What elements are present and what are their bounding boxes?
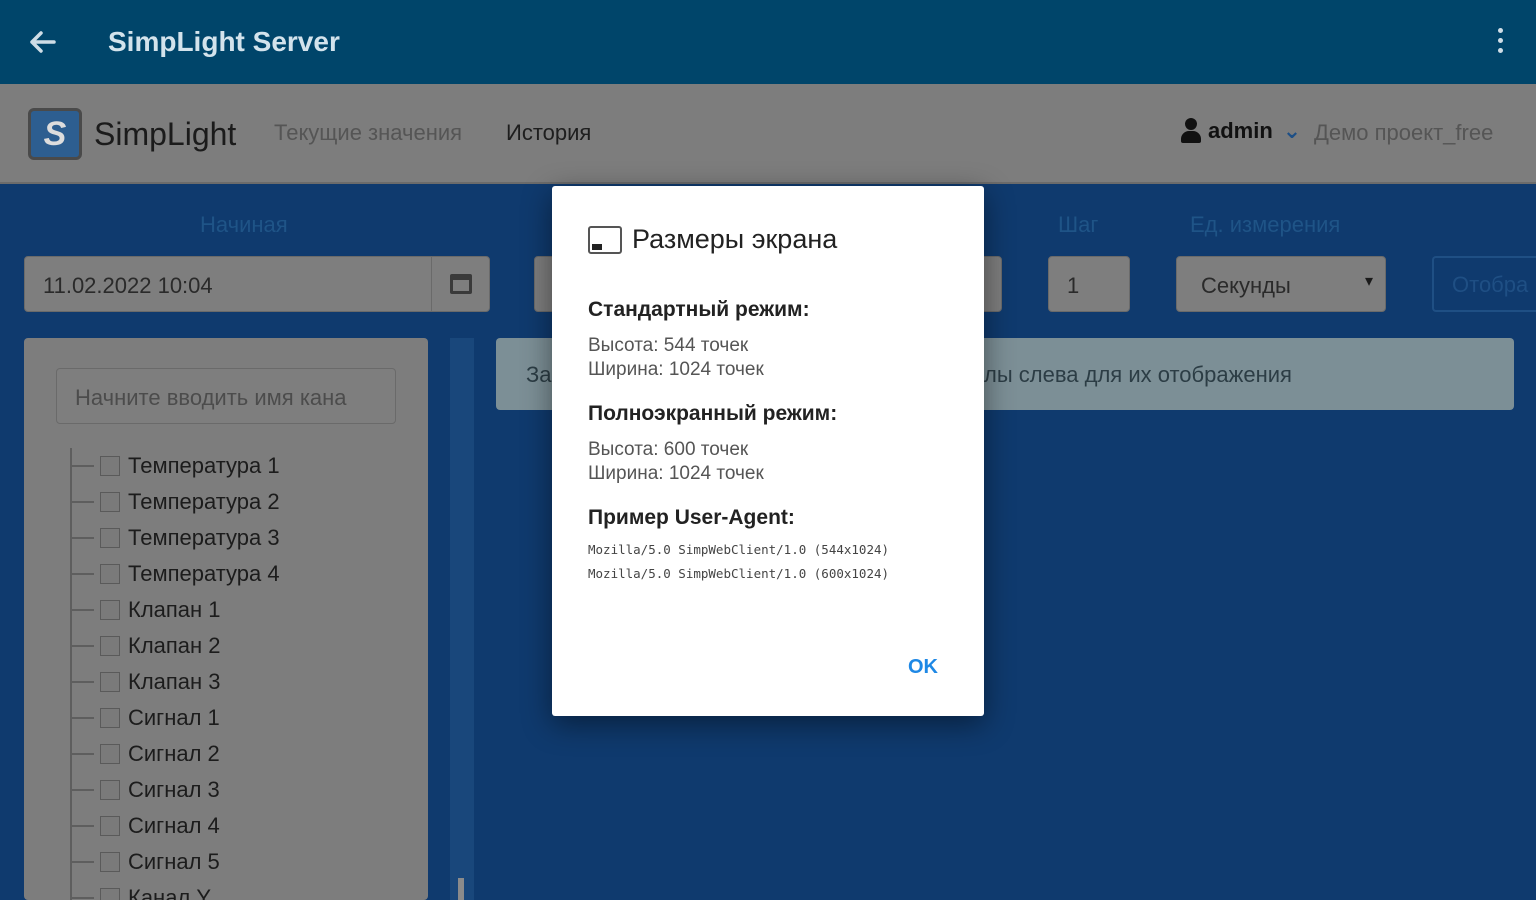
channel-panel: Начните вводить имя кана Температура 1 Т… [24, 338, 428, 900]
tree-item[interactable]: Температура 2 [70, 484, 410, 520]
calendar-button[interactable] [431, 257, 489, 311]
step-field[interactable]: 1 [1048, 256, 1130, 312]
tree-item[interactable]: Сигнал 1 [70, 700, 410, 736]
user-icon [1180, 118, 1202, 144]
standard-height: Высота: 544 точек [588, 335, 749, 356]
scrollbar-thumb[interactable] [458, 878, 464, 900]
nav-history[interactable]: История [506, 120, 591, 146]
back-arrow-icon[interactable] [26, 26, 58, 58]
checkbox[interactable] [100, 744, 120, 764]
checkbox[interactable] [100, 636, 120, 656]
checkbox[interactable] [100, 888, 120, 900]
dialog-title: Размеры экрана [632, 224, 838, 254]
show-button[interactable]: Отобра [1432, 256, 1536, 312]
app-bar: SimpLight Server [0, 0, 1536, 84]
chevron-down-icon: ⌄ [1282, 118, 1302, 143]
unit-label: Ед. измерения [1190, 212, 1341, 237]
fullscreen-width: Ширина: 1024 точек [588, 463, 764, 484]
tree-item[interactable]: Температура 4 [70, 556, 410, 592]
tree-item[interactable]: Сигнал 3 [70, 772, 410, 808]
screen-icon [588, 226, 622, 254]
checkbox[interactable] [100, 852, 120, 872]
standard-mode-heading: Стандартный режим: [588, 298, 810, 321]
checkbox[interactable] [100, 564, 120, 584]
tree-item[interactable]: Клапан 1 [70, 592, 410, 628]
checkbox[interactable] [100, 492, 120, 512]
dropdown-arrow-icon: ▾ [1364, 273, 1373, 290]
fullscreen-mode-heading: Полноэкранный режим: [588, 402, 838, 425]
user-agent-example: Mozilla/5.0 SimpWebClient/1.0 (544x1024) [588, 542, 890, 557]
tree-item[interactable]: Канал Y [70, 880, 410, 900]
start-label: Начиная [200, 212, 288, 237]
checkbox[interactable] [100, 708, 120, 728]
unit-select[interactable]: Секунды ▾ [1176, 256, 1386, 312]
checkbox[interactable] [100, 456, 120, 476]
start-date-field[interactable]: 11.02.2022 10:04 [24, 256, 490, 312]
screen-size-dialog: Размеры экрана Стандартный режим: Высота… [552, 186, 984, 716]
checkbox[interactable] [100, 528, 120, 548]
tree-item[interactable]: Температура 3 [70, 520, 410, 556]
checkbox[interactable] [100, 672, 120, 692]
scrollbar-track[interactable] [450, 338, 474, 900]
unit-select-value: Секунды [1201, 273, 1291, 298]
project-name[interactable]: Демо проект_free [1314, 120, 1493, 146]
step-label: Шаг [1058, 212, 1099, 237]
checkbox[interactable] [100, 816, 120, 836]
standard-width: Ширина: 1024 точек [588, 359, 764, 380]
user-name: admin [1208, 118, 1273, 143]
tree-item[interactable]: Сигнал 4 [70, 808, 410, 844]
web-navbar: S SimpLight Текущие значения История adm… [0, 84, 1536, 184]
tree-item[interactable]: Клапан 2 [70, 628, 410, 664]
channel-search-input[interactable]: Начните вводить имя кана [56, 368, 396, 424]
fullscreen-height: Высота: 600 точек [588, 439, 749, 460]
checkbox[interactable] [100, 780, 120, 800]
start-date-value: 11.02.2022 10:04 [43, 273, 213, 298]
ok-button[interactable]: OK [908, 656, 938, 679]
user-agent-example: Mozilla/5.0 SimpWebClient/1.0 (600x1024) [588, 566, 890, 581]
user-menu[interactable]: admin ⌄ [1180, 118, 1301, 144]
tree-item[interactable]: Сигнал 5 [70, 844, 410, 880]
tree-item[interactable]: Клапан 3 [70, 664, 410, 700]
overflow-menu-icon[interactable] [1492, 28, 1508, 58]
info-text-end: лы слева для их отображения [984, 362, 1292, 387]
calendar-icon [450, 274, 472, 294]
user-agent-heading: Пример User-Agent: [588, 506, 795, 529]
nav-current-values[interactable]: Текущие значения [274, 120, 462, 146]
simplight-logo-icon: S [28, 108, 82, 160]
brand-name[interactable]: SimpLight [94, 116, 236, 153]
channel-tree: Температура 1 Температура 2 Температура … [70, 448, 410, 900]
checkbox[interactable] [100, 600, 120, 620]
info-text-start: За [526, 362, 552, 387]
app-title: SimpLight Server [108, 26, 340, 57]
tree-item[interactable]: Сигнал 2 [70, 736, 410, 772]
tree-item[interactable]: Температура 1 [70, 448, 410, 484]
